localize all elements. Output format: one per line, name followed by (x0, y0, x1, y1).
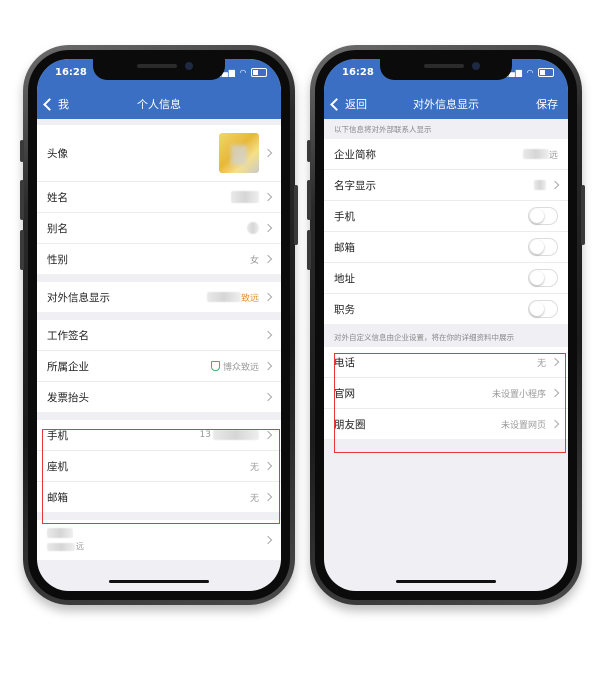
toggle-row-position: 职务 (324, 294, 568, 324)
toggle-label: 地址 (334, 272, 355, 285)
company-short-label: 企业简称 (334, 148, 376, 161)
page-title: 对外信息显示 (413, 98, 479, 111)
alias-label: 别名 (47, 222, 68, 235)
company-value: 博众致远 (222, 362, 259, 373)
chevron-right-icon (550, 180, 560, 190)
invoice-title-label: 发票抬头 (47, 391, 89, 404)
hint-top: 以下信息将对外部联系人显示 (324, 119, 568, 139)
email-toggle[interactable] (528, 238, 558, 256)
external-display-label: 对外信息显示 (47, 291, 110, 304)
gender-label: 性别 (47, 253, 68, 266)
work-group: 工作签名 所属企业 博众致远 发票抬头 (37, 320, 281, 412)
notch (380, 59, 512, 80)
volume-down-button (307, 230, 311, 270)
page-title: 个人信息 (137, 98, 181, 111)
toggle-row-address: 地址 (324, 263, 568, 294)
position-toggle[interactable] (528, 300, 558, 318)
power-button (581, 185, 585, 245)
chevron-right-icon (263, 292, 273, 302)
highlight-box-contact (42, 429, 280, 524)
invoice-title-row[interactable]: 发票抬头 (37, 382, 281, 412)
mute-switch (20, 140, 24, 162)
highlight-box-custom (334, 353, 566, 453)
toggle-label: 邮箱 (334, 241, 355, 254)
chevron-right-icon (263, 254, 273, 264)
left-screen: 16:28 ▂▄▆ ◠ 我 个人信息 头像 姓名 别名 性别 女 对外信息显示 … (37, 59, 281, 591)
left-phone-frame: 16:28 ▂▄▆ ◠ 我 个人信息 头像 姓名 别名 性别 女 对外信息显示 … (20, 45, 298, 605)
right-phone-frame: 16:28 ▂▄▆ ◠ 返回 对外信息显示 保存 以下信息将对外部联系人显示 企… (307, 45, 585, 605)
address-toggle[interactable] (528, 269, 558, 287)
company-short-value-blurred (522, 149, 549, 159)
chevron-right-icon (263, 392, 273, 402)
external-display-value-blurred (206, 292, 241, 302)
gender-value: 女 (249, 255, 259, 266)
notch (93, 59, 225, 80)
name-display-value-blurred (534, 180, 546, 190)
volume-up-button (307, 180, 311, 220)
toggle-row-mobile: 手机 (324, 201, 568, 232)
bottom-item-sub: 远 (76, 542, 84, 551)
external-fields-group: 企业简称 远 名字显示 手机 邮箱 地址 职务 (324, 139, 568, 324)
work-signature-row[interactable]: 工作签名 (37, 320, 281, 351)
name-value-blurred (231, 191, 259, 203)
external-display-row[interactable]: 对外信息显示 致远 (37, 282, 281, 312)
battery-icon (538, 68, 554, 77)
company-row[interactable]: 所属企业 博众致远 (37, 351, 281, 382)
alias-value-blurred (247, 222, 259, 234)
company-short-row[interactable]: 企业简称 远 (324, 139, 568, 170)
nav-bar: 返回 对外信息显示 保存 (324, 87, 568, 119)
name-row[interactable]: 姓名 (37, 182, 281, 213)
bottom-item-sub-blurred (47, 542, 75, 551)
name-label: 姓名 (47, 191, 68, 204)
volume-down-button (20, 230, 24, 270)
toggle-label: 手机 (334, 210, 355, 223)
home-indicator (396, 580, 496, 583)
company-short-value: 远 (548, 150, 558, 161)
profile-basic-group: 头像 姓名 别名 性别 女 (37, 125, 281, 274)
power-button (294, 185, 298, 245)
volume-up-button (20, 180, 24, 220)
alias-row[interactable]: 别名 (37, 213, 281, 244)
avatar-row[interactable]: 头像 (37, 125, 281, 182)
name-display-label: 名字显示 (334, 179, 376, 192)
status-time: 16:28 (55, 67, 87, 78)
company-label: 所属企业 (47, 360, 89, 373)
toggle-row-email: 邮箱 (324, 232, 568, 263)
chevron-right-icon (263, 330, 273, 340)
right-screen: 16:28 ▂▄▆ ◠ 返回 对外信息显示 保存 以下信息将对外部联系人显示 企… (324, 59, 568, 591)
bottom-item-row[interactable]: 远 (37, 520, 281, 560)
status-time: 16:28 (342, 67, 374, 78)
chevron-right-icon (263, 223, 273, 233)
chevron-right-icon (263, 148, 273, 158)
home-indicator (109, 580, 209, 583)
avatar-label: 头像 (47, 147, 68, 160)
external-display-value: 致远 (240, 293, 259, 304)
verified-shield-icon (210, 361, 220, 371)
bottom-item-title-blurred (47, 528, 73, 538)
chevron-right-icon (263, 535, 273, 545)
battery-icon (251, 68, 267, 77)
avatar (219, 133, 259, 173)
name-display-row[interactable]: 名字显示 (324, 170, 568, 201)
save-button[interactable]: 保存 (536, 96, 558, 112)
work-signature-label: 工作签名 (47, 329, 89, 342)
gender-row[interactable]: 性别 女 (37, 244, 281, 274)
chevron-right-icon (263, 361, 273, 371)
nav-bar: 我 个人信息 (37, 87, 281, 119)
mute-switch (307, 140, 311, 162)
toggle-label: 职务 (334, 303, 355, 316)
chevron-right-icon (263, 192, 273, 202)
mobile-toggle[interactable] (528, 207, 558, 225)
hint-custom: 对外自定义信息由企业设置，将在你的详细资料中展示 (324, 324, 568, 347)
